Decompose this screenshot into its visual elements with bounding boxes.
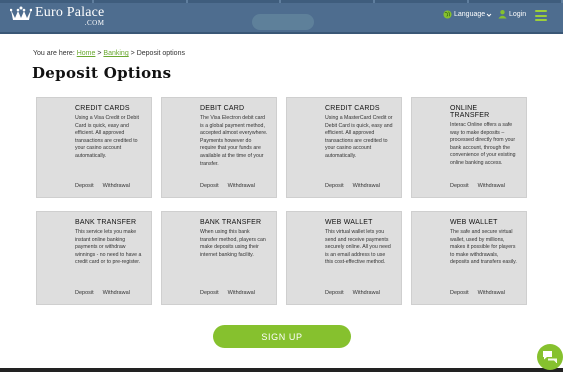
site-header: Euro Palace .COM Language Login: [0, 0, 563, 34]
payment-card-mastercard: CREDIT CARDS Using a MasterCard Credit o…: [286, 97, 402, 198]
payment-card-online-transfer: ONLINE TRANSFER Interac Online offers a …: [411, 97, 527, 198]
hamburger-menu-icon[interactable]: [535, 10, 547, 21]
card-description: Using a Visa Credit or Debit Card is qui…: [75, 115, 139, 159]
card-description: The Visa Electron debit card is a global…: [200, 115, 268, 167]
withdrawal-link[interactable]: Withdrawal: [228, 183, 255, 189]
breadcrumb: You are here: Home > Banking > Deposit o…: [33, 50, 185, 57]
payment-card-bank-transfer: BANK TRANSFER This service lets you make…: [36, 211, 152, 305]
withdrawal-link[interactable]: Withdrawal: [478, 290, 505, 296]
deposit-link[interactable]: Deposit: [450, 290, 469, 296]
withdrawal-link[interactable]: Withdrawal: [478, 183, 505, 189]
language-label: Language: [454, 11, 486, 18]
card-title: CREDIT CARDS: [75, 105, 130, 112]
withdrawal-link[interactable]: Withdrawal: [353, 183, 380, 189]
header-faded-button: [252, 14, 314, 30]
payment-card-web-wallet: WEB WALLET This virtual wallet lets you …: [286, 211, 402, 305]
withdrawal-link[interactable]: Withdrawal: [353, 290, 380, 296]
card-title: WEB WALLET: [450, 219, 498, 226]
withdrawal-link[interactable]: Withdrawal: [103, 290, 130, 296]
breadcrumb-home[interactable]: Home: [77, 50, 96, 57]
header-top-strip: [0, 0, 563, 3]
card-title: CREDIT CARDS: [325, 105, 380, 112]
deposit-link[interactable]: Deposit: [200, 183, 219, 189]
deposit-link[interactable]: Deposit: [325, 183, 344, 189]
card-description: Using a MasterCard Credit or Debit Card …: [325, 115, 393, 159]
payment-card-bank-transfer-2: BANK TRANSFER When using this bank trans…: [161, 211, 277, 305]
breadcrumb-separator: >: [130, 50, 135, 57]
card-title: ONLINE TRANSFER: [450, 105, 490, 119]
breadcrumb-banking[interactable]: Banking: [103, 50, 128, 57]
sign-up-button[interactable]: SIGN UP: [213, 325, 351, 348]
chevron-down-icon: [486, 13, 492, 17]
withdrawal-link[interactable]: Withdrawal: [103, 183, 130, 189]
breadcrumb-prefix: You are here:: [33, 50, 75, 57]
card-title: DEBIT CARD: [200, 105, 245, 112]
globe-icon: [443, 10, 452, 19]
deposit-link[interactable]: Deposit: [325, 290, 344, 296]
card-title: WEB WALLET: [325, 219, 373, 226]
deposit-link[interactable]: Deposit: [75, 290, 94, 296]
login-label: Login: [509, 10, 527, 18]
user-icon: [498, 10, 507, 19]
withdrawal-link[interactable]: Withdrawal: [228, 290, 255, 296]
card-description: This service lets you make instant onlin…: [75, 229, 142, 266]
page-bottom-bar: [0, 368, 563, 372]
breadcrumb-current: Deposit options: [136, 50, 185, 57]
card-title: BANK TRANSFER: [75, 219, 137, 226]
payment-card-debit-card: DEBIT CARD The Visa Electron debit card …: [161, 97, 277, 198]
page-title: Deposit Options: [32, 64, 172, 82]
language-selector[interactable]: Language: [443, 10, 492, 19]
site-logo[interactable]: Euro Palace .COM: [10, 6, 104, 27]
chat-button[interactable]: [537, 344, 563, 370]
deposit-link[interactable]: Deposit: [75, 183, 94, 189]
card-description: When using this bank transfer method, pl…: [200, 229, 266, 258]
payment-card-web-wallet-2: WEB WALLET The safe and secure virtual w…: [411, 211, 527, 305]
card-description: Interac Online offers a safe way to make…: [450, 122, 516, 166]
breadcrumb-separator: >: [97, 50, 102, 57]
deposit-link[interactable]: Deposit: [200, 290, 219, 296]
payment-card-credit-cards: CREDIT CARDS Using a Visa Credit or Debi…: [36, 97, 152, 198]
deposit-link[interactable]: Deposit: [450, 183, 469, 189]
card-description: The safe and secure virtual wallet, used…: [450, 229, 517, 266]
logo-main-text: Euro Palace: [35, 5, 105, 20]
chat-icon: [543, 351, 557, 363]
login-link[interactable]: Login: [498, 9, 526, 19]
crown-icon: [10, 6, 32, 20]
card-title: BANK TRANSFER: [200, 219, 262, 226]
card-description: This virtual wallet lets you send and re…: [325, 229, 391, 266]
logo-sub-text: .COM: [84, 19, 105, 27]
